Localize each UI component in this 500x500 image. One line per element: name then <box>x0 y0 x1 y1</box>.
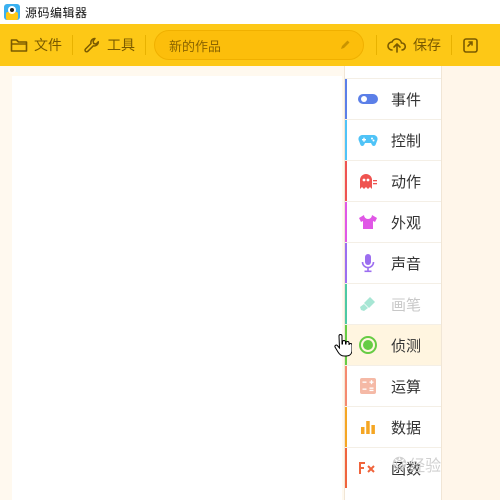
tools-menu-button[interactable]: 工具 <box>73 24 145 66</box>
category-label: 侦测 <box>391 336 422 355</box>
category-label: 事件 <box>391 90 422 109</box>
ghost-icon <box>358 171 378 191</box>
window-title: 源码编辑器 <box>25 5 88 20</box>
category-motion[interactable]: 动作 <box>345 160 441 201</box>
save-button[interactable]: 保存 <box>377 24 451 66</box>
category-color-bar <box>345 325 347 365</box>
category-control[interactable]: 控制 <box>345 119 441 160</box>
paw-icon: ❂ <box>392 453 408 475</box>
calculator-icon <box>358 376 378 396</box>
category-data[interactable]: 数据 <box>345 406 441 447</box>
tools-menu-label: 工具 <box>107 38 135 54</box>
share-icon <box>463 38 478 53</box>
category-events[interactable]: 事件 <box>345 78 441 119</box>
app-logo-icon <box>3 3 21 21</box>
function-icon <box>358 458 378 478</box>
project-name-input[interactable]: 新的作品 <box>154 30 364 60</box>
category-color-bar <box>345 161 347 201</box>
category-looks[interactable]: 外观 <box>345 201 441 242</box>
category-label: 数据 <box>391 418 422 437</box>
stage-canvas[interactable] <box>12 76 342 500</box>
category-color-bar <box>345 202 347 242</box>
category-label: 画笔 <box>391 295 422 314</box>
category-label: 运算 <box>391 377 422 396</box>
category-color-bar <box>345 407 347 447</box>
brush-icon <box>358 294 378 314</box>
code-workspace[interactable] <box>442 66 500 500</box>
category-color-bar <box>345 366 347 406</box>
target-icon <box>358 335 378 355</box>
category-label: 控制 <box>391 131 422 150</box>
project-name-text: 新的作品 <box>169 39 222 55</box>
pencil-icon <box>341 40 350 49</box>
microphone-icon <box>358 253 378 273</box>
category-color-bar <box>345 284 347 324</box>
category-color-bar <box>345 448 347 488</box>
share-button[interactable] <box>452 24 496 66</box>
stage-area <box>0 66 344 500</box>
title-bar: 源码编辑器 <box>0 0 500 24</box>
category-color-bar <box>345 79 347 119</box>
category-label: 外观 <box>391 213 422 232</box>
category-sound[interactable]: 声音 <box>345 242 441 283</box>
category-label: 动作 <box>391 172 422 191</box>
cloud-upload-icon <box>387 38 407 53</box>
category-pen[interactable]: 画笔 <box>345 283 441 324</box>
folder-icon <box>10 39 28 52</box>
file-menu-label: 文件 <box>34 38 62 54</box>
block-category-panel: 事件 控制 动作 外观 声音 画笔 侦测 运算 数据 函数 <box>344 66 442 500</box>
bar-chart-icon <box>358 417 378 437</box>
category-color-bar <box>345 120 347 160</box>
toggle-icon <box>358 89 378 109</box>
gamepad-icon <box>358 130 378 150</box>
category-sensing[interactable]: 侦测 <box>345 324 441 365</box>
file-menu-button[interactable]: 文件 <box>0 24 72 66</box>
toolbar: 文件 工具 新的作品 保存 <box>0 24 500 66</box>
watermark: ❂ 经验 <box>392 452 441 476</box>
watermark-text: 经验 <box>409 456 442 475</box>
category-color-bar <box>345 243 347 283</box>
toolbar-divider <box>145 35 146 55</box>
category-label: 声音 <box>391 254 422 273</box>
category-operators[interactable]: 运算 <box>345 365 441 406</box>
wrench-icon <box>84 37 100 53</box>
save-label: 保存 <box>413 38 441 54</box>
shirt-icon <box>358 212 378 232</box>
